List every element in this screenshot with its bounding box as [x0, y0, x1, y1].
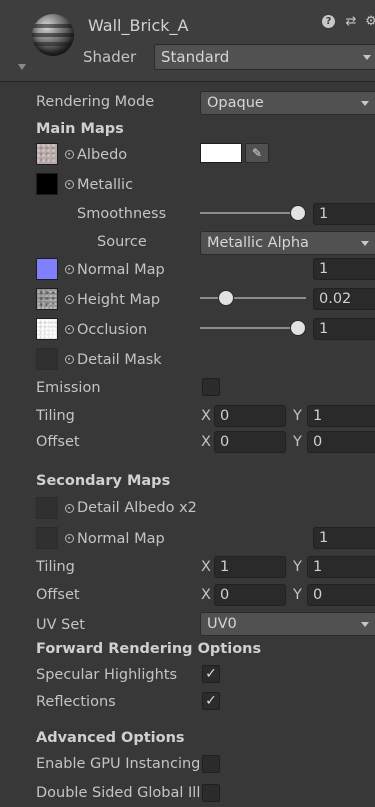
gear-icon[interactable]: ⚙ — [364, 15, 375, 29]
main-offset-y-label: Y — [293, 434, 302, 450]
advanced-options-heading: Advanced Options — [36, 730, 185, 746]
main-tiling-x-field[interactable]: 0 — [214, 405, 286, 427]
emission-label: Emission — [36, 380, 101, 396]
smoothness-slider-thumb[interactable] — [291, 206, 305, 220]
emission-checkbox[interactable] — [202, 378, 220, 396]
main-offset-label: Offset — [36, 434, 80, 450]
secondary-tiling-x-field[interactable]: 1 — [214, 556, 286, 578]
source-caret-icon — [361, 241, 369, 246]
secondary-maps-heading: Secondary Maps — [36, 473, 171, 489]
uv-set-dropdown[interactable]: UV0 — [200, 612, 375, 636]
shader-value: Standard — [161, 48, 230, 66]
secondary-offset-x-field[interactable]: 0 — [214, 584, 286, 606]
secondary-normal-map-scale-field[interactable]: 1 — [313, 527, 375, 549]
reflections-label: Reflections — [36, 694, 116, 710]
albedo-texture-slot[interactable] — [36, 143, 58, 165]
rendering-mode-value: Opaque — [207, 95, 264, 111]
occlusion-label: Occlusion — [77, 322, 148, 338]
foldout-arrow-icon[interactable] — [18, 64, 26, 70]
height-map-picker-icon[interactable] — [65, 295, 74, 304]
rendering-mode-caret-icon — [361, 101, 369, 106]
main-tiling-label: Tiling — [36, 408, 75, 424]
normal-map-scale-field[interactable]: 1 — [313, 258, 375, 280]
smoothness-field[interactable]: 1 — [313, 203, 375, 225]
secondary-tiling-y-field[interactable]: 1 — [307, 556, 375, 578]
material-preview-icon — [32, 14, 74, 56]
normal-map-picker-icon[interactable] — [65, 265, 74, 274]
albedo-color-field[interactable] — [200, 143, 242, 163]
gpu-instancing-label: Enable GPU Instancing — [36, 756, 200, 772]
material-header: Wall_Brick_A ? ⇄ ⚙ Shader Standard — [0, 0, 375, 82]
specular-highlights-label: Specular Highlights — [36, 667, 177, 683]
secondary-tiling-y-label: Y — [293, 559, 302, 575]
detail-albedo-picker-icon[interactable] — [65, 504, 74, 513]
secondary-normal-map-picker-icon[interactable] — [65, 534, 74, 543]
height-map-slider-thumb[interactable] — [219, 291, 233, 305]
double-sided-gi-checkbox[interactable] — [202, 784, 220, 802]
smoothness-label: Smoothness — [77, 206, 167, 222]
occlusion-field[interactable]: 1 — [313, 318, 375, 340]
secondary-offset-y-label: Y — [293, 587, 302, 603]
main-offset-x-label: X — [201, 434, 211, 450]
metallic-picker-icon[interactable] — [65, 180, 74, 189]
reflections-checkbox[interactable]: ✓ — [202, 692, 220, 710]
shader-dropdown[interactable]: Standard — [154, 44, 375, 70]
source-label: Source — [97, 234, 147, 250]
albedo-picker-icon[interactable] — [65, 150, 74, 159]
gpu-instancing-checkbox[interactable] — [202, 755, 220, 773]
shader-label: Shader — [83, 48, 137, 66]
secondary-tiling-label: Tiling — [36, 559, 75, 575]
eyedropper-icon[interactable]: ✎ — [245, 143, 269, 163]
presets-icon[interactable]: ⇄ — [344, 15, 358, 29]
occlusion-picker-icon[interactable] — [65, 325, 74, 334]
smoothness-slider-track[interactable] — [200, 212, 300, 214]
detail-mask-texture-slot[interactable] — [36, 348, 58, 370]
detail-albedo-texture-slot[interactable] — [36, 497, 58, 519]
metallic-texture-slot[interactable] — [36, 173, 58, 195]
forward-rendering-heading: Forward Rendering Options — [36, 641, 262, 657]
secondary-normal-map-texture-slot[interactable] — [36, 527, 58, 549]
secondary-offset-y-field[interactable]: 0 — [307, 584, 375, 606]
normal-map-texture-slot[interactable] — [36, 258, 58, 280]
main-tiling-y-label: Y — [293, 408, 302, 424]
detail-albedo-label: Detail Albedo x2 — [77, 500, 197, 516]
occlusion-slider-track[interactable] — [200, 327, 300, 329]
uv-set-caret-icon — [361, 622, 369, 627]
uv-set-label: UV Set — [36, 617, 85, 633]
height-map-label: Height Map — [77, 292, 161, 308]
specular-highlights-checkbox[interactable]: ✓ — [202, 665, 220, 683]
height-map-slider-track[interactable] — [200, 297, 306, 299]
height-map-texture-slot[interactable] — [36, 288, 58, 310]
metallic-label: Metallic — [77, 177, 134, 193]
main-offset-y-field[interactable]: 0 — [307, 431, 375, 453]
main-maps-heading: Main Maps — [36, 121, 124, 137]
secondary-offset-x-label: X — [201, 587, 211, 603]
material-name: Wall_Brick_A — [88, 16, 189, 35]
source-dropdown[interactable]: Metallic Alpha — [200, 231, 375, 255]
help-icon[interactable]: ? — [322, 15, 335, 28]
source-value: Metallic Alpha — [207, 235, 309, 251]
main-offset-x-field[interactable]: 0 — [214, 431, 286, 453]
secondary-tiling-x-label: X — [201, 559, 211, 575]
main-tiling-x-label: X — [201, 408, 211, 424]
detail-mask-label: Detail Mask — [77, 352, 162, 368]
uv-set-value: UV0 — [207, 616, 237, 632]
occlusion-slider-thumb[interactable] — [291, 321, 305, 335]
detail-mask-picker-icon[interactable] — [65, 355, 74, 364]
occlusion-texture-slot[interactable] — [36, 318, 58, 340]
rendering-mode-dropdown[interactable]: Opaque — [200, 91, 375, 115]
main-tiling-y-field[interactable]: 1 — [307, 405, 375, 427]
normal-map-label: Normal Map — [77, 262, 165, 278]
albedo-label: Albedo — [77, 147, 128, 163]
secondary-normal-map-label: Normal Map — [77, 531, 165, 547]
height-map-field[interactable]: 0.02 — [313, 288, 375, 310]
shader-caret-icon — [363, 55, 371, 60]
secondary-offset-label: Offset — [36, 587, 80, 603]
double-sided-gi-label: Double Sided Global Illumination — [36, 785, 200, 801]
rendering-mode-label: Rendering Mode — [36, 94, 155, 110]
